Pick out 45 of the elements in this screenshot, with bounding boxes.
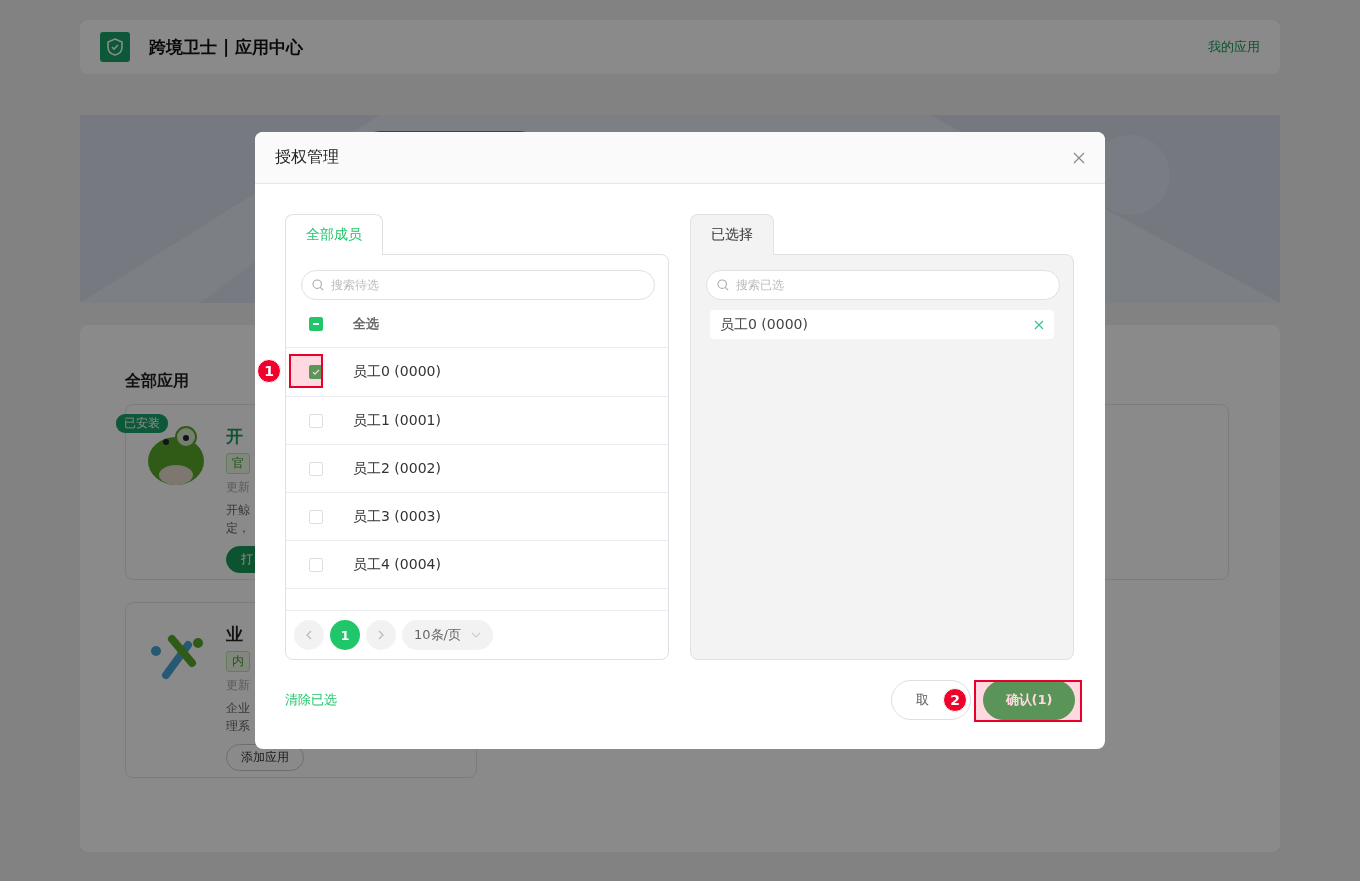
member-name: 员工3 (0003) (353, 507, 441, 526)
section-title: 全部应用 (125, 371, 189, 392)
selected-member: 员工0 (0000) (720, 315, 808, 334)
tab[interactable]: 全部成员 (285, 214, 383, 255)
search-icon (717, 279, 729, 291)
app-description: 企业 理系 (226, 700, 250, 735)
checkbox[interactable] (309, 461, 323, 476)
member-name: 员工4 (0004) (353, 555, 441, 574)
app-tag: 内 (226, 651, 250, 672)
check-icon (311, 367, 321, 377)
app-title: 开 (226, 425, 243, 448)
app-tag: 官 (226, 453, 250, 474)
indeterminate-checkbox[interactable] (309, 316, 323, 331)
checkbox[interactable] (309, 413, 323, 428)
dialog-title: 授权管理 (275, 147, 339, 168)
shield-logo-icon (100, 32, 130, 62)
member-name: 员工1 (0001) (353, 411, 441, 430)
remove-icon[interactable] (1034, 319, 1044, 330)
page-size-select[interactable]: 10条/页 (402, 620, 493, 650)
checked-checkbox[interactable] (309, 365, 323, 379)
search-field[interactable]: 搜索已选 (706, 270, 1060, 300)
chevron-right-icon (377, 630, 385, 640)
installed-badge: 已安装 (116, 414, 168, 433)
member-name: 员工2 (0002) (353, 459, 441, 478)
search-icon (312, 279, 324, 291)
close-icon[interactable] (1073, 151, 1085, 164)
checkbox[interactable] (309, 557, 323, 572)
page-number[interactable]: 1 (330, 620, 360, 650)
app-title: 业 (226, 623, 243, 646)
search-field[interactable]: 搜索待选 (301, 270, 655, 300)
clear-selection-link[interactable]: 清除已选 (285, 691, 337, 709)
my-apps-link[interactable]: 我的应用 (1208, 38, 1260, 56)
app-center-title: 跨境卫士 | 应用中心 (149, 35, 304, 59)
confirm-button[interactable]: 确认(1) (983, 680, 1075, 720)
app-description: 开鲸 定， (226, 502, 250, 537)
checkbox[interactable] (309, 509, 323, 524)
highlight-frame (289, 354, 323, 388)
chevron-down-icon (470, 632, 481, 638)
select-all-label: 全选 (353, 314, 379, 333)
previous-page-button[interactable] (294, 620, 324, 650)
member-name: 员工0 (0000) (353, 363, 441, 381)
chevron-left-icon (305, 630, 313, 640)
tab[interactable]: 已选择 (690, 214, 774, 255)
step-marker: 1 (257, 359, 281, 383)
next-page-button[interactable] (366, 620, 396, 650)
